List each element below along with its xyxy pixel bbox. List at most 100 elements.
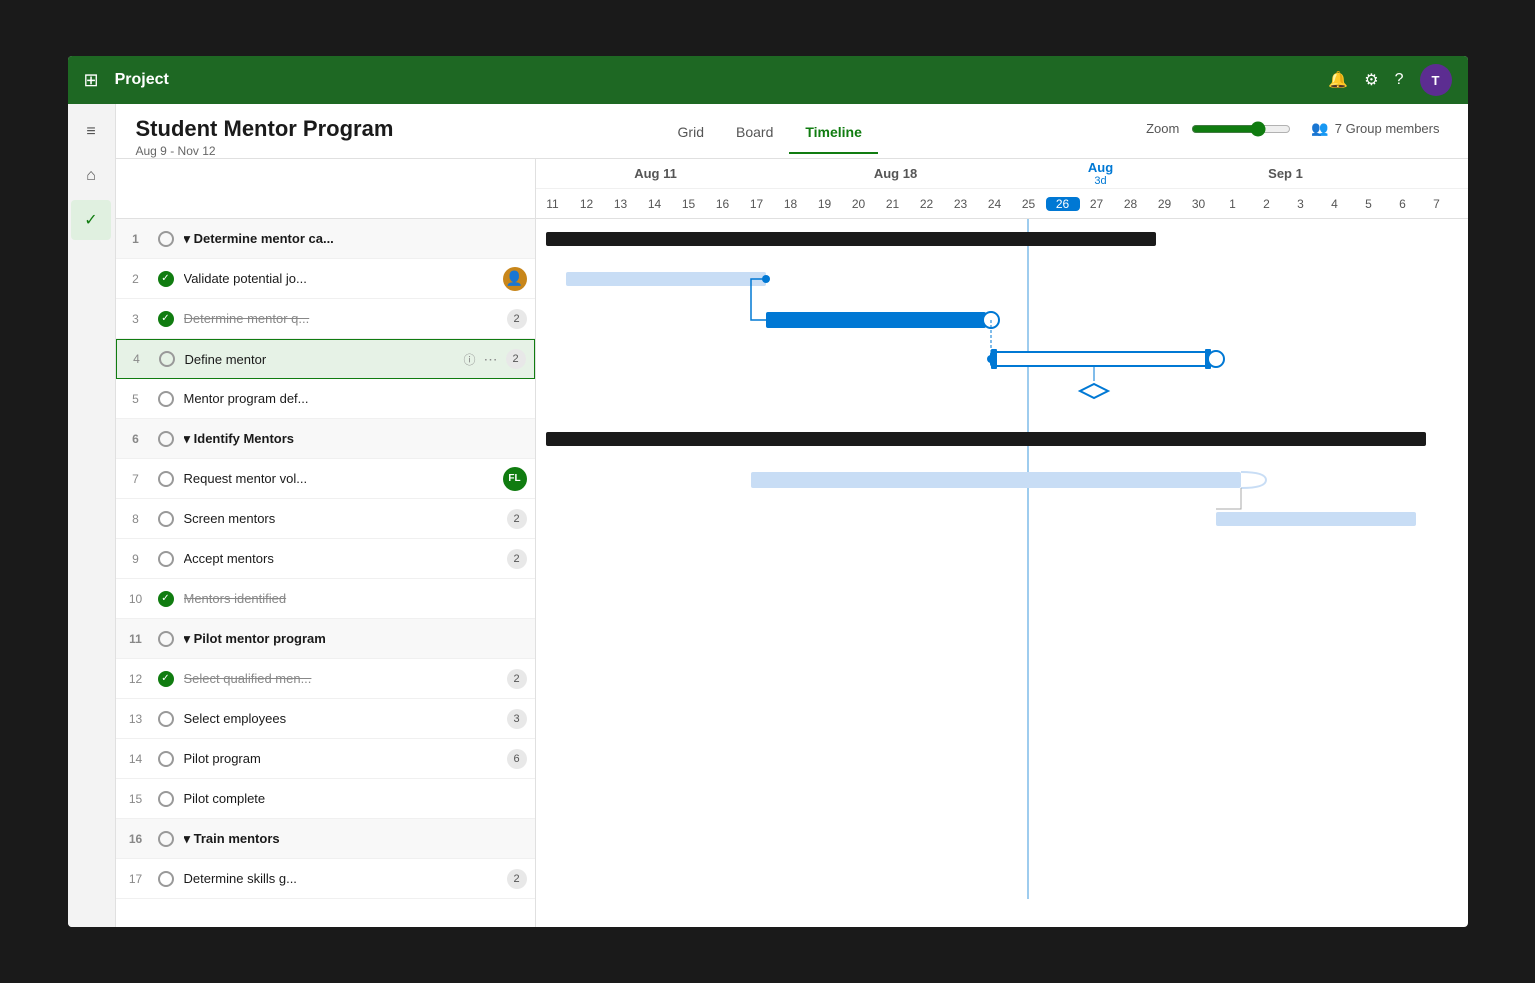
task-row-selected[interactable]: 4 Define mentor ⓘ ⋯ 2 bbox=[116, 339, 535, 379]
task-status-circle[interactable] bbox=[156, 429, 176, 449]
task-status-circle[interactable] bbox=[156, 749, 176, 769]
task-row[interactable]: 5 Mentor program def... bbox=[116, 379, 535, 419]
task-status-circle[interactable] bbox=[156, 629, 176, 649]
task-name: Validate potential jo... bbox=[184, 271, 495, 286]
task-row-section[interactable]: 16 ▾ Train mentors bbox=[116, 819, 535, 859]
more-icon[interactable]: ⋯ bbox=[484, 351, 498, 368]
week-aug3d: Aug 3d bbox=[1016, 160, 1186, 187]
group-members-icon: 👥 bbox=[1311, 120, 1328, 137]
day-col: 5 bbox=[1352, 197, 1386, 211]
group-members-label: 7 Group members bbox=[1335, 121, 1440, 136]
tab-grid[interactable]: Grid bbox=[662, 116, 720, 154]
task-row[interactable]: 3 ✓ Determine mentor q... 2 bbox=[116, 299, 535, 339]
gantt-header: Aug 11 Aug 18 Aug 3d bbox=[536, 159, 1468, 219]
task-row[interactable]: 7 Request mentor vol... FL bbox=[116, 459, 535, 499]
task-status-check[interactable]: ✓ bbox=[156, 669, 176, 689]
project-nav: Grid Board Timeline bbox=[393, 116, 1146, 154]
task-status-circle[interactable] bbox=[156, 389, 176, 409]
task-num: 11 bbox=[124, 632, 148, 646]
task-row[interactable]: 10 ✓ Mentors identified bbox=[116, 579, 535, 619]
task-num: 2 bbox=[124, 272, 148, 286]
task-num: 7 bbox=[124, 472, 148, 486]
week-aug11: Aug 11 bbox=[536, 166, 776, 181]
task-badge: 3 bbox=[507, 709, 527, 729]
row12-empty bbox=[536, 659, 1436, 699]
task-row[interactable]: 1 ▾ Determine mentor ca... bbox=[116, 219, 535, 259]
task-status-circle[interactable] bbox=[156, 869, 176, 889]
info-icon[interactable]: ⓘ bbox=[463, 351, 475, 368]
group-members-button[interactable]: 👥 7 Group members bbox=[1303, 116, 1447, 141]
task-name: ▾ Pilot mentor program bbox=[184, 631, 527, 647]
task-row[interactable]: 15 Pilot complete bbox=[116, 779, 535, 819]
task-name: Pilot program bbox=[184, 751, 499, 766]
gantt-week-row: Aug 11 Aug 18 Aug 3d bbox=[536, 159, 1468, 189]
task-row[interactable]: 14 Pilot program 6 bbox=[116, 739, 535, 779]
row14-empty bbox=[536, 739, 1436, 779]
project-title-section: Student Mentor Program Aug 9 - Nov 12 bbox=[136, 116, 394, 158]
settings-icon[interactable]: ⚙ bbox=[1364, 70, 1378, 90]
task-status-check[interactable]: ✓ bbox=[156, 309, 176, 329]
row11-empty bbox=[536, 619, 1436, 659]
task-row[interactable]: 2 ✓ Validate potential jo... 👤 bbox=[116, 259, 535, 299]
day-col: 17 bbox=[740, 197, 774, 211]
task-num: 8 bbox=[124, 512, 148, 526]
task-row-section[interactable]: 11 ▾ Pilot mentor program bbox=[116, 619, 535, 659]
gantt-day-row: 11 12 13 14 15 16 17 18 19 20 21 bbox=[536, 189, 1468, 219]
task-status-check[interactable]: ✓ bbox=[156, 589, 176, 609]
tab-timeline[interactable]: Timeline bbox=[789, 116, 878, 154]
task-status-circle[interactable] bbox=[156, 469, 176, 489]
task-status-circle[interactable] bbox=[157, 349, 177, 369]
task-badge: 2 bbox=[507, 669, 527, 689]
task-row[interactable]: 12 ✓ Select qualified men... 2 bbox=[116, 659, 535, 699]
day-sep1: 1 bbox=[1216, 197, 1250, 211]
day-col: 18 bbox=[774, 197, 808, 211]
milestone-diamond bbox=[1080, 384, 1108, 398]
task-num: 14 bbox=[124, 752, 148, 766]
sidebar-check[interactable]: ✓ bbox=[71, 200, 111, 240]
project-toolbar-right: Zoom 👥 7 Group members bbox=[1146, 116, 1447, 141]
task-num: 15 bbox=[124, 792, 148, 806]
task-status-check[interactable]: ✓ bbox=[156, 269, 176, 289]
day-col: 30 bbox=[1182, 197, 1216, 211]
task-status-circle[interactable] bbox=[156, 509, 176, 529]
task-status-circle[interactable] bbox=[156, 549, 176, 569]
task-row[interactable]: 9 Accept mentors 2 bbox=[116, 539, 535, 579]
grid-icon[interactable]: ⊞ bbox=[84, 70, 99, 91]
row16-empty bbox=[536, 819, 1436, 859]
task-row[interactable]: 13 Select employees 3 bbox=[116, 699, 535, 739]
bar-end-curve bbox=[1241, 472, 1266, 488]
day-23: 23 bbox=[944, 197, 978, 211]
task-list-header bbox=[116, 159, 535, 219]
task-num: 6 bbox=[124, 432, 148, 446]
dep-dot bbox=[987, 355, 995, 363]
week-sep1: Sep 1 bbox=[1186, 166, 1386, 181]
project-title-row: Student Mentor Program Aug 9 - Nov 12 Gr… bbox=[136, 116, 1448, 158]
task-row-section[interactable]: 6 ▾ Identify Mentors bbox=[116, 419, 535, 459]
gantt-area[interactable]: Aug 11 Aug 18 Aug 3d bbox=[536, 159, 1468, 927]
day-col: 12 bbox=[570, 197, 604, 211]
day-col: 6 bbox=[1386, 197, 1420, 211]
project-dates: Aug 9 - Nov 12 bbox=[136, 144, 394, 158]
task-badge: 2 bbox=[506, 349, 526, 369]
task-status-circle[interactable] bbox=[156, 709, 176, 729]
day-col: 11 bbox=[536, 197, 570, 211]
task-status-circle[interactable] bbox=[156, 829, 176, 849]
task-name: Determine mentor q... bbox=[184, 311, 499, 326]
task-row[interactable]: 17 Determine skills g... 2 bbox=[116, 859, 535, 899]
task-row[interactable]: 8 Screen mentors 2 bbox=[116, 499, 535, 539]
bell-icon[interactable]: 🔔 bbox=[1328, 70, 1348, 90]
day-26-today: 26 bbox=[1046, 197, 1080, 211]
zoom-slider[interactable] bbox=[1191, 121, 1291, 137]
avatar[interactable]: T bbox=[1420, 64, 1452, 96]
help-icon[interactable]: ? bbox=[1395, 71, 1404, 89]
row9-empty bbox=[536, 539, 1436, 579]
task-badge: 2 bbox=[507, 869, 527, 889]
tab-board[interactable]: Board bbox=[720, 116, 789, 154]
sidebar-home[interactable]: ⌂ bbox=[71, 156, 111, 196]
bar-row4-outline[interactable] bbox=[991, 352, 1211, 366]
sidebar-hamburger[interactable]: ≡ bbox=[71, 112, 111, 152]
task-name: ▾ Determine mentor ca... bbox=[184, 231, 527, 247]
task-status-circle[interactable] bbox=[156, 229, 176, 249]
task-status-circle[interactable] bbox=[156, 789, 176, 809]
task-num: 10 bbox=[124, 592, 148, 606]
